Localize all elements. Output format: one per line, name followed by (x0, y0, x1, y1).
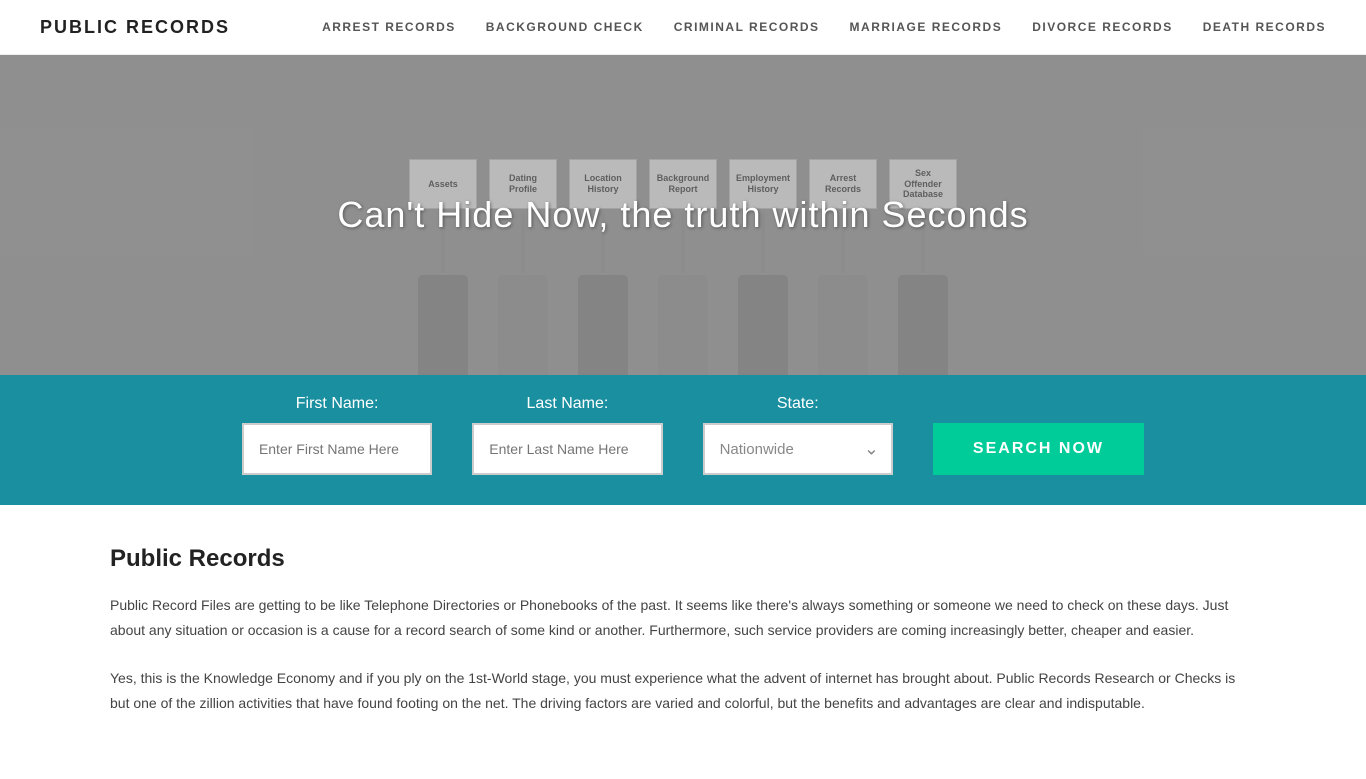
search-inner: First Name: Last Name: State: Nationwide… (222, 395, 1144, 475)
search-section: First Name: Last Name: State: Nationwide… (0, 375, 1366, 505)
last-name-field: Last Name: (452, 395, 682, 475)
first-name-label: First Name: (296, 395, 379, 413)
first-name-field: First Name: (222, 395, 452, 475)
nav-link-death-records[interactable]: DEATH RECORDS (1203, 20, 1326, 34)
hero-headline: Can't Hide Now, the truth within Seconds (337, 194, 1028, 236)
last-name-label: Last Name: (527, 395, 609, 413)
nav-link-divorce-records[interactable]: DIVORCE RECORDS (1032, 20, 1173, 34)
site-logo: PUBLIC RECORDS (40, 17, 230, 38)
last-name-input[interactable] (472, 423, 662, 475)
search-button-wrapper: SEARCH NOW (913, 423, 1144, 475)
first-name-input[interactable] (242, 423, 432, 475)
nav-link-arrest-records[interactable]: ARREST RECORDS (322, 20, 456, 34)
state-label: State: (777, 395, 819, 413)
content-para-2: Yes, this is the Knowledge Economy and i… (110, 666, 1256, 715)
state-wrapper: NationwideAlabamaAlaskaArizonaArkansasCa… (703, 423, 893, 475)
nav-link-criminal-records[interactable]: CRIMINAL RECORDS (674, 20, 820, 34)
state-select[interactable]: NationwideAlabamaAlaskaArizonaArkansasCa… (703, 423, 893, 475)
main-nav: ARREST RECORDS BACKGROUND CHECK CRIMINAL R… (322, 20, 1326, 34)
header: PUBLIC RECORDS ARREST RECORDS BACKGROUND … (0, 0, 1366, 55)
content-para-1: Public Record Files are getting to be li… (110, 593, 1256, 642)
nav-link-background-check[interactable]: BACKGROUND CHECK (486, 20, 644, 34)
search-now-button[interactable]: SEARCH NOW (933, 423, 1144, 475)
state-field: State: NationwideAlabamaAlaskaArizonaArk… (683, 395, 913, 475)
nav-link-marriage-records[interactable]: MARRIAGE RECORDS (850, 20, 1003, 34)
hero-section: AssetsDating ProfileLocation HistoryBack… (0, 55, 1366, 375)
content-title: Public Records (110, 545, 1256, 573)
content-section: Public Records Public Record Files are g… (0, 505, 1366, 779)
